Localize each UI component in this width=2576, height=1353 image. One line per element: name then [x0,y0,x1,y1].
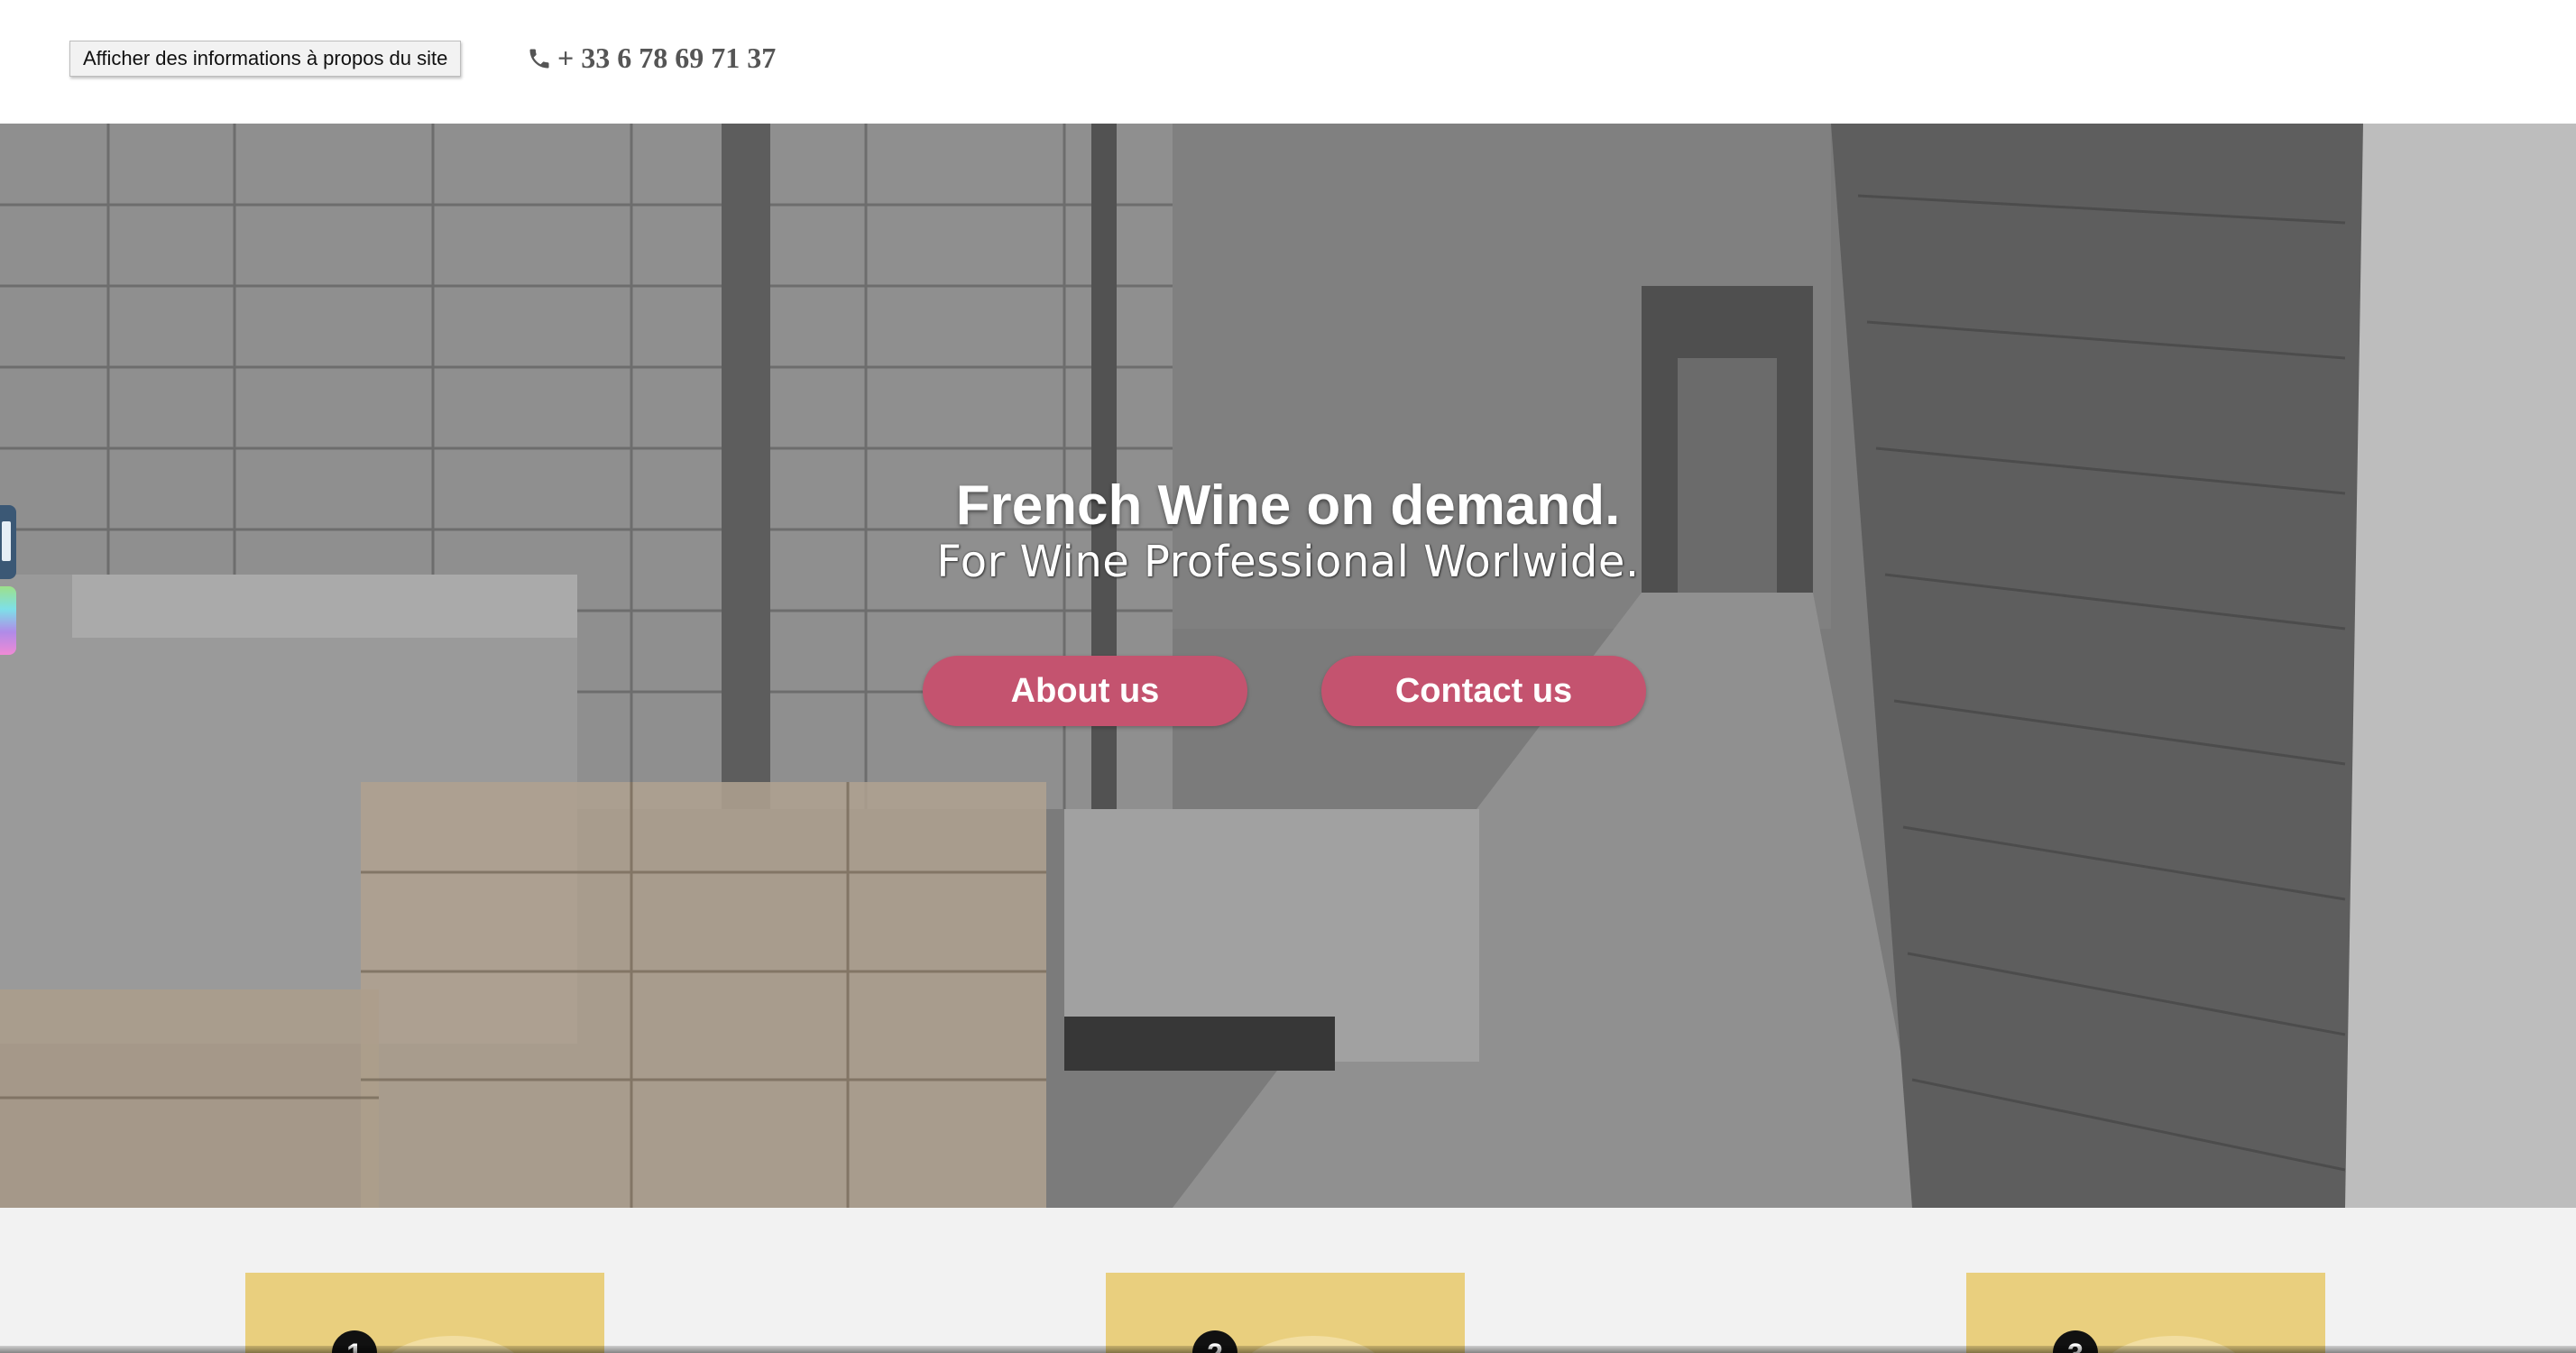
site-info-tooltip: Afficher des informations à propos du si… [69,41,462,77]
hero-overlay [0,124,2576,1208]
phone-contact[interactable]: + 33 6 78 69 71 37 [527,41,776,75]
features-section: 1 2 3 [0,1208,2576,1353]
side-tab-feedback[interactable] [0,505,16,579]
contact-us-button[interactable]: Contact us [1321,656,1646,726]
side-tab-color-picker[interactable] [0,586,16,655]
feature-card[interactable]: 2 [1106,1273,1465,1353]
window-bottom-edge [0,1346,2576,1353]
hero-subtitle: For Wine Professional Worlwide. [936,537,1640,587]
feature-card[interactable]: 3 [1966,1273,2325,1353]
hero-banner: French Wine on demand. For Wine Professi… [0,124,2576,1208]
top-bar: Afficher des informations à propos du si… [0,0,2576,124]
phone-number: + 33 6 78 69 71 37 [557,41,777,74]
phone-icon [527,46,552,71]
hero-title: French Wine on demand. [955,474,1621,537]
side-tab-icon [2,521,11,561]
about-us-button[interactable]: About us [923,656,1247,726]
feature-card[interactable]: 1 [245,1273,604,1353]
